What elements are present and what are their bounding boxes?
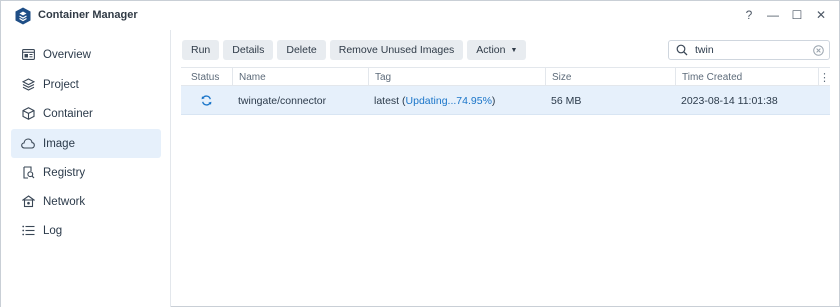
log-icon — [21, 224, 35, 238]
sidebar-item-label: Registry — [43, 166, 86, 179]
sidebar-item-label: Image — [43, 137, 75, 150]
tag-value: latest ( — [374, 94, 406, 107]
overview-icon — [21, 48, 35, 62]
container-manager-logo-icon — [15, 7, 31, 25]
sidebar-item-label: Overview — [43, 48, 91, 61]
close-button[interactable]: ✕ — [811, 6, 831, 24]
container-icon — [21, 107, 35, 121]
network-icon — [21, 195, 35, 209]
delete-button[interactable]: Delete — [277, 40, 326, 60]
sidebar-item-log[interactable]: Log — [11, 216, 161, 245]
column-header-name[interactable]: Name — [232, 68, 368, 86]
column-header-size[interactable]: Size — [545, 68, 675, 86]
registry-icon — [21, 166, 35, 180]
image-time-created-cell: 2023-08-14 11:01:38 — [681, 94, 778, 107]
clear-search-icon[interactable] — [813, 45, 824, 56]
image-tag-cell: latest (Updating...74.95%) — [374, 86, 495, 115]
sidebar: Overview Project Container Image Registr… — [1, 30, 171, 307]
details-button[interactable]: Details — [223, 40, 274, 60]
image-cloud-icon — [21, 137, 35, 151]
column-header-time-created[interactable]: Time Created — [675, 68, 818, 86]
column-header-status[interactable]: Status — [181, 68, 232, 86]
sidebar-item-project[interactable]: Project — [11, 70, 161, 99]
sidebar-item-label: Log — [43, 224, 63, 237]
search-icon — [676, 44, 688, 56]
table-row[interactable]: twingate/connector latest (Updating...74… — [181, 86, 830, 115]
sidebar-item-label: Network — [43, 195, 86, 208]
action-label: Action — [476, 44, 506, 56]
sidebar-item-overview[interactable]: Overview — [11, 40, 161, 69]
table-header: Status Name Tag Size Time Created ⋮ — [181, 67, 830, 86]
caret-down-icon: ▼ — [510, 46, 518, 54]
search-input[interactable] — [695, 44, 810, 56]
maximize-button[interactable]: ☐ — [787, 6, 807, 24]
app-window: Container Manager ? — ☐ ✕ Overview Proje… — [0, 0, 840, 307]
search-box[interactable] — [668, 40, 830, 60]
toolbar: Run Details Delete Remove Unused Images … — [182, 40, 527, 60]
window-controls: ? — ☐ ✕ — [739, 6, 831, 24]
sidebar-item-network[interactable]: Network — [11, 187, 161, 216]
tag-suffix: ) — [491, 94, 496, 107]
sidebar-item-label: Container — [43, 107, 93, 120]
image-size-cell: 56 MB — [551, 94, 582, 107]
image-table: Status Name Tag Size Time Created ⋮ twin… — [181, 67, 830, 115]
action-dropdown-button[interactable]: Action ▼ — [467, 40, 527, 60]
minimize-button[interactable]: — — [763, 6, 783, 24]
remove-unused-images-button[interactable]: Remove Unused Images — [329, 40, 464, 60]
project-icon — [21, 78, 35, 92]
image-name-cell: twingate/connector — [238, 94, 327, 107]
column-header-tag[interactable]: Tag — [368, 68, 545, 86]
sidebar-item-container[interactable]: Container — [11, 99, 161, 128]
help-button[interactable]: ? — [739, 6, 759, 24]
sync-icon — [201, 86, 215, 115]
sidebar-item-label: Project — [43, 78, 79, 91]
title-bar: Container Manager ? — ☐ ✕ — [1, 1, 839, 30]
run-button[interactable]: Run — [182, 40, 220, 60]
sidebar-item-image[interactable]: Image — [11, 129, 161, 158]
app-title: Container Manager — [38, 9, 138, 21]
sidebar-item-registry[interactable]: Registry — [11, 158, 161, 187]
column-menu-icon[interactable]: ⋮ — [818, 68, 830, 86]
update-progress-link[interactable]: Updating...74.95% — [406, 95, 492, 107]
